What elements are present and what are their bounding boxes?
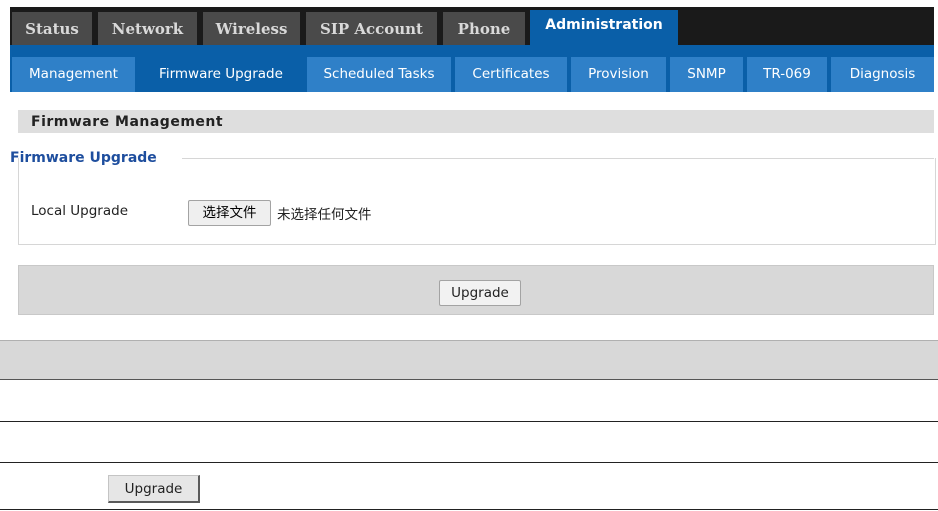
divider-1 bbox=[0, 421, 938, 422]
subtab-scheduled-tasks[interactable]: Scheduled Tasks bbox=[307, 57, 451, 92]
firmware-upgrade-fieldset bbox=[18, 158, 936, 245]
subtab-firmware-upgrade[interactable]: Firmware Upgrade bbox=[139, 57, 303, 92]
gray-band bbox=[0, 340, 938, 380]
upgrade-button[interactable]: Upgrade bbox=[439, 280, 521, 306]
tab-wireless[interactable]: Wireless bbox=[203, 12, 300, 45]
subtab-certificates[interactable]: Certificates bbox=[455, 57, 567, 92]
fieldset-legend: Firmware Upgrade bbox=[10, 150, 157, 166]
section-title: Firmware Management bbox=[18, 110, 934, 133]
tab-administration[interactable]: Administration bbox=[530, 10, 678, 45]
subtab-management[interactable]: Management bbox=[12, 57, 135, 92]
file-status-text: 未选择任何文件 bbox=[277, 207, 372, 223]
bottom-upgrade-button[interactable]: Upgrade bbox=[108, 475, 200, 503]
subtab-provision[interactable]: Provision bbox=[571, 57, 666, 92]
divider-2 bbox=[0, 462, 938, 463]
subtab-tr-069[interactable]: TR-069 bbox=[747, 57, 827, 92]
choose-file-button[interactable]: 选择文件 bbox=[188, 200, 271, 226]
tab-network[interactable]: Network bbox=[98, 12, 197, 45]
section-title-text: Firmware Management bbox=[31, 114, 224, 130]
subtab-snmp[interactable]: SNMP bbox=[670, 57, 743, 92]
tab-status[interactable]: Status bbox=[12, 12, 92, 45]
tab-sip-account[interactable]: SIP Account bbox=[306, 12, 437, 45]
tab-phone[interactable]: Phone bbox=[443, 12, 525, 45]
top-nav: Status Network Wireless SIP Account Phon… bbox=[10, 7, 934, 45]
subtab-diagnosis[interactable]: Diagnosis bbox=[831, 57, 934, 92]
local-upgrade-label: Local Upgrade bbox=[31, 203, 128, 219]
divider-3 bbox=[0, 509, 938, 510]
sub-nav: Management Firmware Upgrade Scheduled Ta… bbox=[10, 45, 934, 92]
